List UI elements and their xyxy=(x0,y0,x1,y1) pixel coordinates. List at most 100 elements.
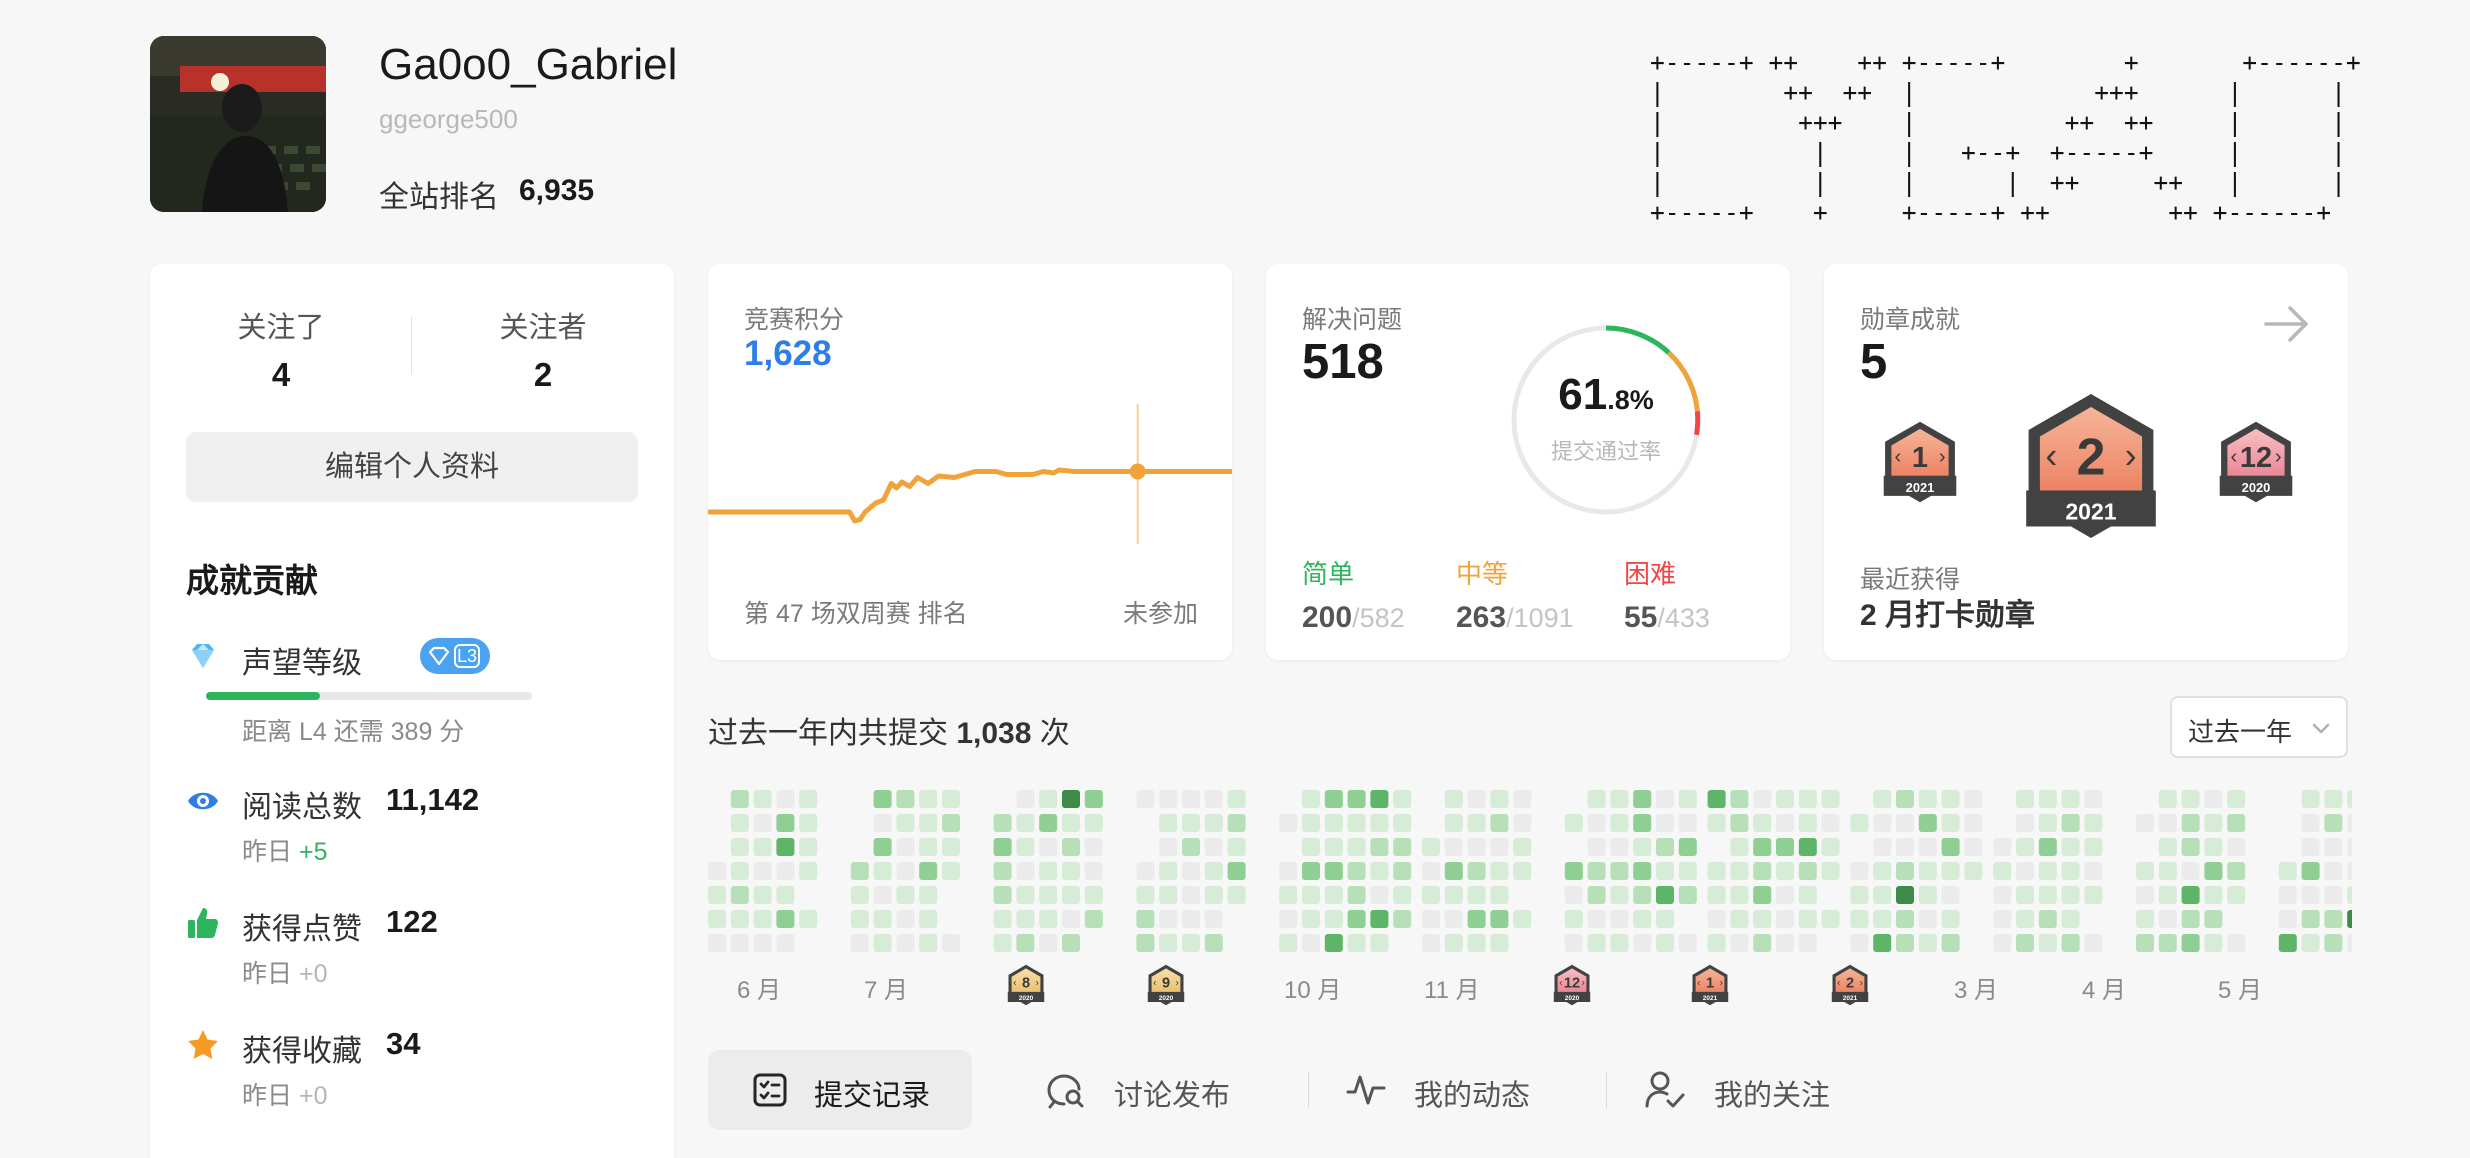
heatmap-cell xyxy=(1393,790,1412,808)
heatmap-cell xyxy=(1941,862,1960,880)
badge-item[interactable]: 2 ‹ › 2021 xyxy=(2016,384,2166,548)
heatmap-cell xyxy=(1393,886,1412,904)
activity-icon xyxy=(1346,1075,1386,1105)
heatmap-cell xyxy=(799,910,818,928)
heatmap-cell xyxy=(776,886,795,904)
heatmap-cell xyxy=(1444,862,1463,880)
heatmap-cell xyxy=(2347,814,2352,832)
tab-label: 我的关注 xyxy=(1714,1080,1831,1112)
heatmap-badge[interactable]: 2 ‹ ›2021 xyxy=(1828,962,1872,1008)
heatmap-cell xyxy=(873,934,892,952)
heatmap-cell xyxy=(1633,910,1652,928)
heatmap-cell xyxy=(708,934,726,952)
heatmap-cell xyxy=(1730,838,1749,856)
solved-problems-card[interactable]: 解决问题 518 61.8% 提交通过率 简单 200/582 中等 263/1… xyxy=(1266,264,1790,660)
edit-profile-button[interactable]: 编辑个人资料 xyxy=(186,432,638,502)
badge-month: 1 xyxy=(1706,975,1714,991)
level-badge[interactable]: L3 xyxy=(420,638,490,674)
heatmap-cell xyxy=(2038,910,2057,928)
submission-heatmap[interactable] xyxy=(708,790,2352,958)
heatmap-cell xyxy=(1678,814,1697,832)
heatmap-cell xyxy=(2038,838,2057,856)
tab-discussions[interactable]: 讨论发布 xyxy=(1030,1050,1270,1130)
heatmap-cell xyxy=(1821,862,1840,880)
heatmap-cell xyxy=(1918,934,1937,952)
acceptance-rate-ring[interactable] xyxy=(1506,320,1706,520)
heatmap-cell xyxy=(2227,934,2246,952)
heatmap-cell xyxy=(2084,886,2103,904)
heatmap-cell xyxy=(1324,790,1343,808)
hard-total: /433 xyxy=(1657,603,1710,633)
heatmap-cell xyxy=(1490,790,1509,808)
heatmap-cell xyxy=(1159,790,1178,808)
level-text: L3 xyxy=(454,644,480,668)
tab-activity[interactable]: 我的动态 xyxy=(1330,1050,1570,1130)
acceptance-rate-dec: .8% xyxy=(1607,385,1654,415)
heatmap-badge[interactable]: 8 ‹ ›2020 xyxy=(1004,962,1048,1008)
heatmap-badge[interactable]: 9 ‹ ›2020 xyxy=(1144,962,1188,1008)
contest-rating-value: 1,628 xyxy=(744,334,832,373)
svg-text:›: › xyxy=(1175,977,1178,988)
range-select[interactable]: 过去一年 xyxy=(2170,696,2348,758)
heatmap-cell xyxy=(919,862,938,880)
tab-label: 讨论发布 xyxy=(1114,1080,1231,1112)
heatmap-cell xyxy=(2324,886,2343,904)
heatmap-cell xyxy=(730,934,749,952)
heatmap-cell xyxy=(1467,886,1486,904)
badge-item[interactable]: 1 ‹ › 2021 xyxy=(1878,416,1962,508)
arrow-right-icon[interactable] xyxy=(2262,304,2312,344)
followers-stat[interactable]: 关注者 2 xyxy=(412,304,674,394)
heatmap-cell xyxy=(1302,790,1320,808)
heatmap-cell xyxy=(1993,910,2012,928)
heatmap-cell xyxy=(1850,934,1869,952)
heatmap-cell xyxy=(1159,814,1178,832)
heatmap-cell xyxy=(1062,886,1080,904)
favorites-label: 获得收藏 xyxy=(242,1035,362,1068)
badges-card[interactable]: 勋章成就 5 1 ‹ › 2021 2 ‹ › 2021 12 ‹ › 2020 最近获得 2 月… xyxy=(1824,264,2348,660)
heatmap-cell xyxy=(1347,886,1366,904)
profile-sidebar-card: 关注了 4 关注者 2 编辑个人资料 成就贡献 声望等级 L3 距离 L4 还需… xyxy=(150,264,674,1158)
heatmap-cell xyxy=(1182,790,1200,808)
tab-following[interactable]: 我的关注 xyxy=(1630,1050,1870,1130)
contest-rating-card[interactable]: 竞赛积分 1,628 第 47 场双周赛 排名 未参加 xyxy=(708,264,1232,660)
heatmap-cell xyxy=(1467,838,1486,856)
contest-rating-chart[interactable] xyxy=(708,404,1232,554)
display-name: Ga0o0_Gabriel xyxy=(379,40,678,89)
heatmap-cell xyxy=(896,862,915,880)
heatmap-cell xyxy=(2136,814,2154,832)
heatmap-cell xyxy=(2038,862,2057,880)
heatmap-cell xyxy=(1016,862,1035,880)
heatmap-cell xyxy=(2301,910,2320,928)
heatmap-cell xyxy=(2181,910,2200,928)
heatmap-badge[interactable]: 12‹ ›2020 xyxy=(1550,962,1594,1008)
heatmap-cell xyxy=(993,862,1012,880)
contest-rating-label: 竞赛积分 xyxy=(744,306,845,334)
heatmap-cell xyxy=(1798,934,1817,952)
heatmap-cell xyxy=(1633,790,1652,808)
heatmap-cell xyxy=(1279,910,1298,928)
reputation-label: 声望等级 xyxy=(242,647,362,680)
heatmap-cell xyxy=(1204,934,1223,952)
heatmap-cell xyxy=(1490,862,1509,880)
thumbs-up-icon xyxy=(188,908,218,938)
heatmap-cell xyxy=(1159,910,1178,928)
badge-item[interactable]: 12‹ › 2020 xyxy=(2214,416,2298,508)
heatmap-cell xyxy=(919,886,938,904)
chevron-down-icon xyxy=(2312,723,2330,734)
month-label: 7 月 xyxy=(864,977,909,1004)
heatmap-cell xyxy=(753,886,772,904)
tab-submissions[interactable]: 提交记录 xyxy=(708,1050,972,1130)
heatmap-cell xyxy=(1370,910,1389,928)
following-stat[interactable]: 关注了 4 xyxy=(150,304,412,394)
heatmap-cell xyxy=(1850,862,1869,880)
heatmap-cell xyxy=(1656,790,1674,808)
heatmap-cell xyxy=(1753,910,1772,928)
heatmap-badge[interactable]: 1 ‹ ›2021 xyxy=(1688,962,1732,1008)
heatmap-cell xyxy=(1227,862,1246,880)
heatmap-cell xyxy=(2061,814,2080,832)
heatmap-cell xyxy=(1821,790,1840,808)
avatar[interactable] xyxy=(150,36,326,212)
heatmap-cell xyxy=(1016,814,1035,832)
rating-point-marker[interactable] xyxy=(1129,463,1146,480)
heatmap-cell xyxy=(2158,886,2177,904)
